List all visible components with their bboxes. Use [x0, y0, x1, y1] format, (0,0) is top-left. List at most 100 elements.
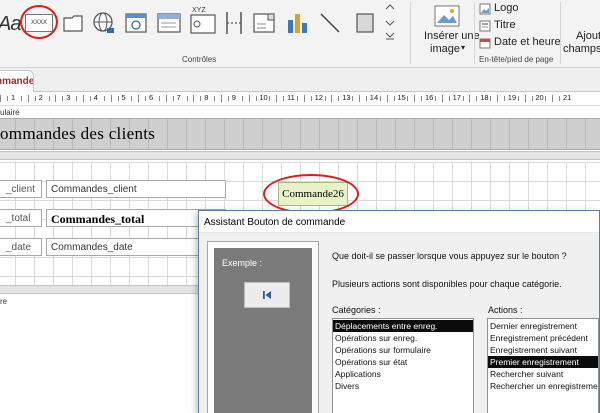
ruler-tick [283, 96, 285, 101]
category-list-item[interactable]: Opérations sur enreg. [333, 332, 473, 344]
action-list-item[interactable]: Rechercher suivant [488, 368, 598, 380]
ruler-tick [248, 95, 250, 102]
ruler-tick [310, 96, 312, 101]
ruler-tick [441, 95, 443, 102]
ruler-tick [7, 96, 9, 101]
ruler-number: 8 [204, 93, 209, 102]
ruler-number: 14 [369, 93, 379, 102]
example-label: Exemple : [222, 258, 263, 268]
ruler-tick [359, 95, 360, 102]
ruler-tick [393, 96, 395, 101]
rectangle-icon[interactable] [350, 8, 380, 38]
insert-image-button[interactable]: Insérer une image ▾ [416, 2, 480, 62]
ribbon-separator [474, 2, 475, 64]
ruler-number: 6 [149, 93, 154, 102]
example-preview: Exemple : [214, 248, 312, 413]
date-time-button[interactable]: Date et heure [479, 36, 561, 50]
ruler-tick [497, 95, 498, 102]
detail-section-bar[interactable] [0, 151, 600, 160]
ruler-tick [421, 96, 423, 101]
action-list-item[interactable]: Dernier enregistrement [488, 320, 598, 332]
ruler-tick [386, 95, 388, 102]
ruler-number: 1 [11, 93, 16, 102]
wizard-title: Assistant Bouton de commande [204, 217, 346, 228]
annotation-circle-command-button [263, 174, 359, 214]
wizard-question: Que doit-il se passer lorsque vous appuy… [332, 251, 567, 261]
ruler-tick [20, 96, 22, 101]
horizontal-ruler: 1 2 3 4 5 6 7 8 9 10 11 12 13 14 15 16 17 18 19 20 21 [0, 92, 600, 106]
ruler-number: 18 [480, 93, 489, 102]
ruler-tick [34, 96, 36, 101]
tab-control-icon[interactable] [59, 8, 89, 38]
ruler-tick [27, 95, 29, 102]
document-tab-label: nmandes [0, 76, 34, 87]
wizard-info: Plusieurs actions sont disponibles pour … [332, 279, 562, 289]
category-list-item[interactable]: Déplacements entre enreg. [333, 320, 473, 332]
ruler-tick [517, 96, 519, 101]
label-control-aa[interactable]: Aa [0, 13, 21, 36]
ruler-tick [227, 96, 229, 101]
ruler-number: 19 [507, 93, 517, 102]
ruler-number: 2 [38, 93, 43, 102]
web-browser-control-icon[interactable] [121, 8, 151, 38]
controls-more-icon[interactable] [380, 4, 400, 40]
action-list-item[interactable]: Rechercher un enregistrement [488, 380, 598, 392]
ruler-number: 12 [314, 93, 323, 102]
categories-label: Catégories : [332, 305, 381, 315]
line-icon[interactable] [315, 8, 345, 38]
label-client[interactable]: _client [0, 180, 42, 198]
actions-listbox[interactable]: Dernier enregistrement Enregistrement pré… [487, 318, 599, 413]
ruler-tick [531, 96, 533, 101]
ruler-tick [552, 95, 554, 102]
example-button-preview [244, 282, 290, 308]
ruler-tick [503, 96, 505, 101]
page-break-icon[interactable] [219, 8, 249, 38]
ruler-tick [186, 96, 188, 101]
ruler-tick [434, 96, 436, 101]
wizard-title-bar[interactable]: Assistant Bouton de commande [199, 211, 599, 233]
document-tab-commandes[interactable]: nmandes [0, 70, 34, 92]
ribbon-separator [560, 2, 561, 64]
example-panel: Exemple : [207, 241, 319, 413]
controls-group-label: Contrôles [182, 55, 217, 64]
title-icon [479, 20, 491, 32]
label-total[interactable]: _total [0, 209, 42, 227]
ruler-number: 5 [121, 93, 126, 102]
ruler-number: 16 [425, 93, 434, 102]
ruler-tick [117, 96, 119, 101]
add-existing-fields-button[interactable]: Ajouter champs [563, 2, 600, 62]
action-list-item[interactable]: Enregistrement précédent [488, 332, 598, 344]
combo-box-icon[interactable] [250, 8, 280, 38]
hyperlink-globe-icon[interactable] [89, 8, 119, 38]
ruler-tick [241, 96, 243, 101]
option-group-icon[interactable]: XYZ [188, 4, 218, 34]
ruler-tick [524, 95, 526, 102]
ruler-tick [462, 96, 464, 101]
category-list-item[interactable]: Applications [333, 368, 473, 380]
xyz-label: XYZ [192, 7, 206, 14]
ruler-number: 21 [563, 93, 572, 102]
access-form-design-window: Aa XXXX XYZ Contrôles Insérer une image … [0, 0, 600, 413]
chart-icon[interactable] [283, 8, 313, 38]
logo-icon [479, 3, 491, 15]
ruler-tick [331, 95, 333, 102]
ruler-tick [338, 96, 340, 101]
category-list-item[interactable]: Divers [333, 380, 473, 392]
categories-listbox[interactable]: Déplacements entre enreg. Opérations sur … [332, 318, 474, 413]
logo-button[interactable]: Logo [479, 2, 559, 16]
label-date[interactable]: _date [0, 238, 42, 256]
navigation-control-icon[interactable] [154, 8, 184, 38]
category-list-item[interactable]: Opérations sur état [333, 356, 473, 368]
action-list-item[interactable]: Premier enregistrement [488, 356, 598, 368]
category-list-item[interactable]: Opérations sur formulaire [333, 344, 473, 356]
first-record-icon [263, 291, 271, 299]
action-list-item[interactable]: Enregistrement suivant [488, 344, 598, 356]
ribbon: Aa XXXX XYZ Contrôles Insérer une image … [0, 0, 600, 68]
ruler-tick [352, 96, 354, 101]
ruler-number: 13 [342, 93, 351, 102]
field-commandes-client[interactable]: Commandes_client [46, 180, 226, 198]
ruler-tick [221, 95, 222, 102]
form-header-title[interactable]: ommandes des clients [0, 124, 155, 144]
ruler-number: 9 [231, 93, 236, 102]
title-button[interactable]: Titre [479, 19, 559, 33]
